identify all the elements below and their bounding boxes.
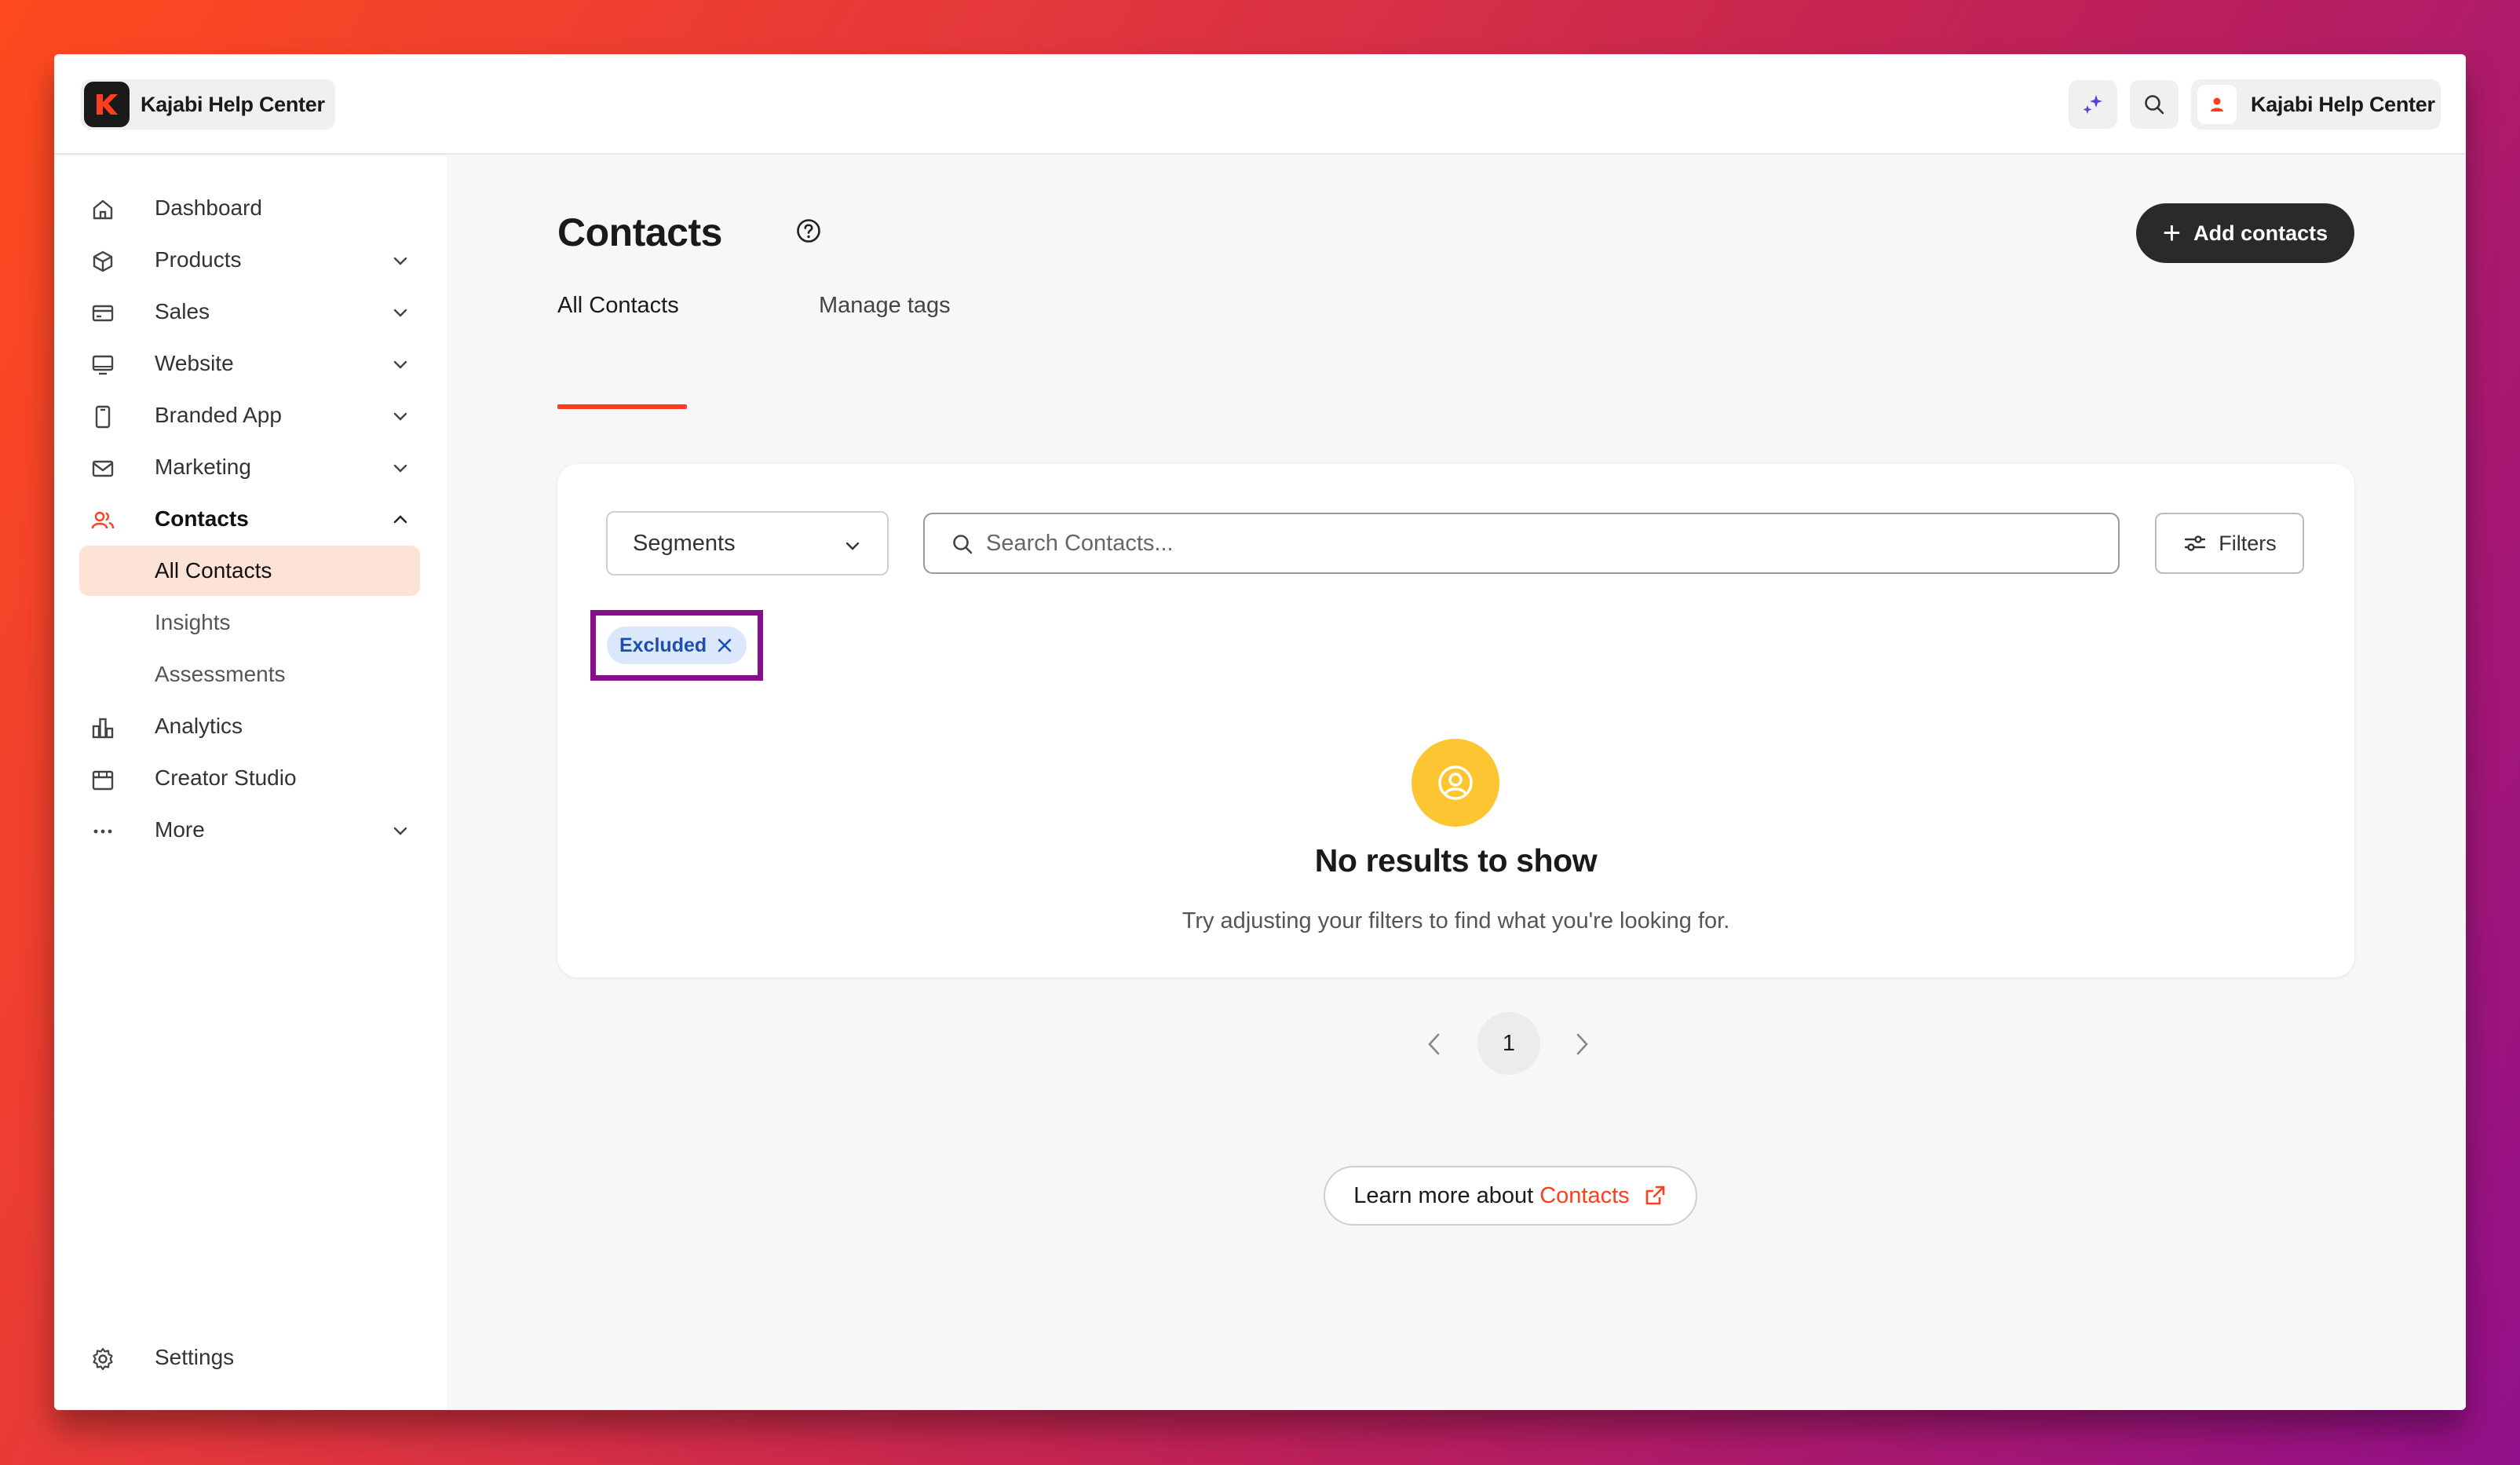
ai-assistant-button[interactable] — [2069, 80, 2117, 129]
search-icon — [2145, 95, 2164, 115]
main-content: Contacts + Add contacts All Contacts Man… — [447, 156, 2466, 1410]
segments-dropdown[interactable]: Segments — [606, 511, 889, 575]
search-icon — [953, 535, 973, 554]
app-window: Kajabi Help Center Kajabi Help Center Da… — [54, 54, 2466, 1410]
chevron-left-icon[interactable] — [1419, 1028, 1452, 1061]
monitor-icon — [92, 355, 114, 375]
search-input[interactable] — [986, 524, 2101, 563]
help-icon[interactable] — [795, 217, 822, 244]
sliders-icon — [2185, 535, 2206, 551]
learn-more-link[interactable]: Contacts — [1539, 1183, 1629, 1209]
sidebar-item-label: Settings — [155, 1345, 235, 1369]
pagination-page-button[interactable]: 1 — [1477, 1012, 1540, 1075]
active-tab-indicator — [557, 404, 687, 409]
empty-state-title: No results to show — [1314, 842, 1598, 879]
tab-all-contacts[interactable]: All Contacts — [557, 293, 679, 319]
empty-state-icon — [1412, 739, 1499, 827]
search-button[interactable] — [2130, 80, 2179, 129]
sidebar-item-label: Contacts — [155, 506, 249, 531]
external-link-icon — [1645, 1186, 1664, 1205]
sidebar-item-label: Sales — [155, 299, 210, 323]
sidebar-item-label: Dashboard — [155, 195, 262, 220]
contacts-card: Segments Filters — [557, 464, 2354, 977]
sidebar-item-branded-app[interactable]: Branded App — [79, 390, 420, 440]
cube-icon — [93, 250, 113, 272]
filters-button[interactable]: Filters — [2155, 513, 2304, 574]
sidebar-item-label: Creator Studio — [155, 765, 297, 790]
profile-name: Kajabi Help Center — [2251, 92, 2435, 116]
chevron-up-icon — [393, 515, 407, 524]
chevron-down-icon — [393, 257, 407, 265]
sidebar-item-settings[interactable]: Settings — [79, 1332, 420, 1383]
sidebar-item-label: Assessments — [155, 662, 286, 686]
sidebar-item-contacts[interactable]: Contacts — [79, 494, 420, 544]
mobile-icon — [95, 405, 111, 429]
bar-chart-icon — [92, 718, 114, 739]
sidebar-item-marketing[interactable]: Marketing — [79, 442, 420, 492]
plus-icon: + — [2162, 216, 2182, 250]
ellipsis-icon — [93, 829, 112, 834]
kajabi-logo-icon — [84, 82, 130, 127]
excluded-filter-chip[interactable]: Excluded — [607, 627, 747, 664]
avatar — [2197, 85, 2237, 124]
learn-more-prefix: Learn more about — [1353, 1182, 1534, 1208]
chevron-down-icon — [393, 412, 407, 421]
sidebar-item-label: Marketing — [155, 455, 251, 479]
add-contacts-button[interactable]: + Add contacts — [2136, 203, 2354, 263]
filters-label: Filters — [2219, 531, 2277, 555]
top-bar: Kajabi Help Center Kajabi Help Center — [54, 54, 2466, 155]
sidebar-item-website[interactable]: Website — [79, 338, 420, 389]
highlight-frame: Excluded — [590, 610, 763, 681]
gear-icon — [93, 1347, 113, 1371]
credit-card-icon — [92, 305, 114, 322]
search-field[interactable] — [923, 513, 2120, 574]
sidebar-item-label: Products — [155, 247, 242, 272]
sidebar-item-label: Branded App — [155, 403, 282, 427]
sidebar-item-label: More — [155, 817, 205, 842]
user-circle-icon — [1438, 765, 1473, 800]
brand-name: Kajabi Help Center — [141, 92, 325, 116]
sidebar-item-sales[interactable]: Sales — [79, 287, 420, 337]
site-switcher[interactable]: Kajabi Help Center — [81, 79, 335, 130]
sidebar-item-label: Insights — [155, 610, 231, 634]
sidebar-item-all-contacts[interactable]: All Contacts — [79, 546, 420, 596]
user-icon — [2211, 97, 2223, 111]
page-title: Contacts — [557, 210, 722, 254]
segments-label: Segments — [633, 530, 736, 556]
mail-icon — [92, 460, 114, 477]
profile-menu-button[interactable]: Kajabi Help Center — [2191, 79, 2441, 130]
sidebar-item-label: Website — [155, 351, 234, 375]
empty-state-subtitle: Try adjusting your filters to find what … — [1181, 908, 1730, 933]
chevron-down-icon — [393, 827, 407, 835]
calendar-icon — [92, 770, 114, 791]
sidebar-item-assessments[interactable]: Assessments — [79, 649, 420, 700]
chevron-down-icon — [845, 542, 860, 550]
sidebar-item-products[interactable]: Products — [79, 235, 420, 285]
chevron-down-icon — [393, 360, 407, 369]
chip-label: Excluded — [619, 634, 707, 656]
close-icon[interactable] — [715, 636, 734, 655]
add-contacts-label: Add contacts — [2193, 221, 2328, 245]
sidebar-item-dashboard[interactable]: Dashboard — [79, 183, 420, 233]
chevron-down-icon — [393, 464, 407, 473]
home-icon — [93, 199, 113, 220]
sidebar-item-creator-studio[interactable]: Creator Studio — [79, 753, 420, 803]
sidebar: Dashboard Products Sales Website Branded… — [54, 156, 447, 1410]
sidebar-item-more[interactable]: More — [79, 805, 420, 855]
tab-manage-tags[interactable]: Manage tags — [819, 293, 951, 319]
sidebar-item-label: All Contacts — [155, 558, 272, 583]
sparkle-icon — [2083, 95, 2102, 114]
chevron-right-icon[interactable] — [1565, 1028, 1598, 1061]
sidebar-item-analytics[interactable]: Analytics — [79, 701, 420, 751]
sidebar-item-insights[interactable]: Insights — [79, 597, 420, 648]
users-icon — [91, 511, 115, 529]
sidebar-item-label: Analytics — [155, 714, 243, 738]
learn-more-button[interactable]: Learn more about Contacts — [1324, 1166, 1697, 1226]
chevron-down-icon — [393, 309, 407, 317]
